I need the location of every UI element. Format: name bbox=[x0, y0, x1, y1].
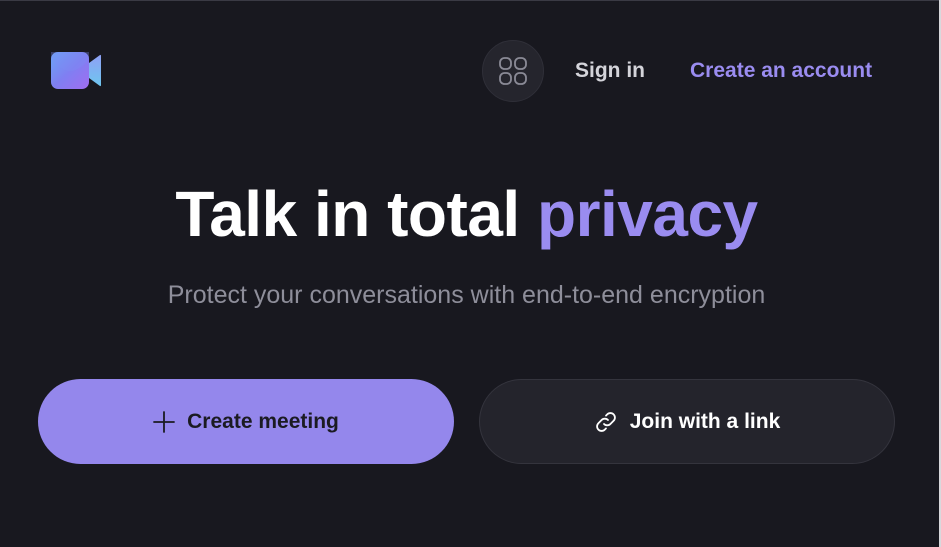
join-with-link-label: Join with a link bbox=[629, 409, 781, 433]
create-meeting-label: Create meeting bbox=[187, 409, 339, 433]
app-logo-icon[interactable] bbox=[51, 49, 101, 92]
create-meeting-button[interactable]: Create meeting bbox=[38, 379, 454, 464]
sign-in-link[interactable]: Sign in bbox=[575, 57, 645, 85]
link-icon bbox=[594, 410, 618, 434]
page-title: Talk in total privacy bbox=[0, 176, 933, 252]
join-with-link-button[interactable]: Join with a link bbox=[479, 379, 895, 464]
title-accent-text: privacy bbox=[536, 178, 758, 250]
apps-menu-button[interactable] bbox=[482, 40, 544, 102]
page-subtitle: Protect your conversations with end-to-e… bbox=[167, 281, 766, 309]
plus-icon bbox=[153, 410, 176, 433]
title-main-text: Talk in total bbox=[175, 178, 537, 250]
create-account-link[interactable]: Create an account bbox=[690, 57, 872, 85]
window-top-border bbox=[0, 0, 941, 1]
apps-grid-icon bbox=[499, 57, 527, 85]
